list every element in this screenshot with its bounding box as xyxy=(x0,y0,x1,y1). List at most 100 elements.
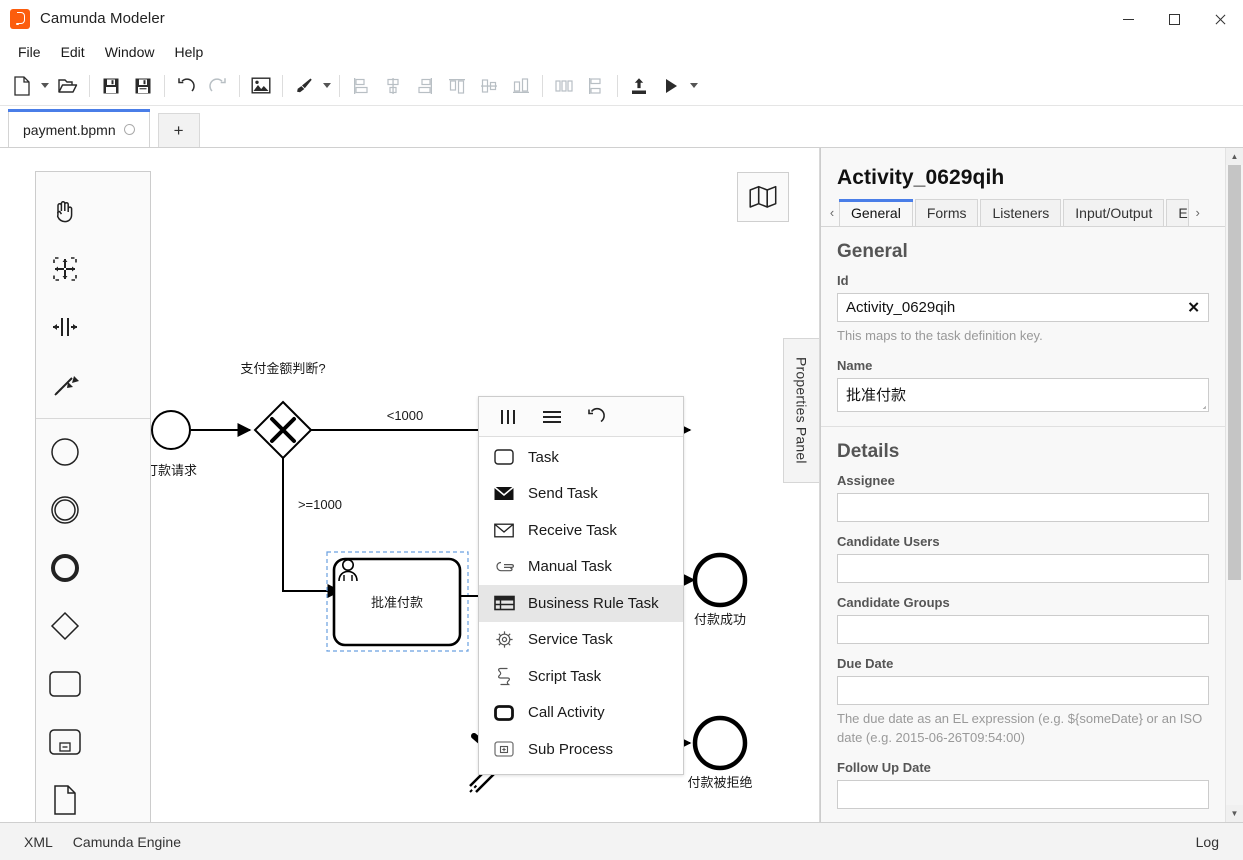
close-button[interactable] xyxy=(1197,0,1243,38)
resize-grip-icon[interactable] xyxy=(1196,399,1206,409)
unsaved-dot-icon[interactable] xyxy=(123,124,135,135)
connect-tool-icon[interactable] xyxy=(36,356,94,414)
replace-item-call-activity[interactable]: Call Activity xyxy=(479,695,683,732)
end-event-icon[interactable] xyxy=(36,539,94,597)
palette-elements-group xyxy=(36,418,150,822)
properties-panel-handle[interactable]: Properties Panel xyxy=(783,338,819,483)
maximize-button[interactable] xyxy=(1151,0,1197,38)
align-middle-button[interactable] xyxy=(473,71,505,101)
run-button[interactable] xyxy=(655,71,687,101)
replace-item-label: Script Task xyxy=(528,667,602,685)
candidate-users-input[interactable] xyxy=(837,553,1209,583)
replace-menu-header xyxy=(479,397,683,437)
align-right-button[interactable] xyxy=(409,71,441,101)
replace-item-script-task[interactable]: Script Task xyxy=(479,658,683,695)
save-button[interactable] xyxy=(95,71,127,101)
replace-item-manual-task[interactable]: Manual Task xyxy=(479,549,683,586)
end-event-rejected-label: 付款被拒绝 xyxy=(687,775,752,790)
distribute-horizontal-button[interactable] xyxy=(548,71,580,101)
name-textarea[interactable]: 批准付款 xyxy=(837,377,1209,412)
open-file-button[interactable] xyxy=(52,71,84,101)
toolbar-separator xyxy=(282,74,283,97)
candidate-groups-input[interactable] xyxy=(837,614,1209,644)
undo-button[interactable] xyxy=(170,71,202,101)
add-tab-button[interactable]: + xyxy=(157,113,200,147)
minimize-button[interactable] xyxy=(1105,0,1151,38)
loop-marker-icon[interactable] xyxy=(585,406,607,428)
sequential-multi-instance-icon[interactable] xyxy=(541,406,563,428)
menu-edit[interactable]: Edit xyxy=(51,41,95,63)
tab-general[interactable]: General xyxy=(839,199,913,226)
tab-forms[interactable]: Forms xyxy=(914,199,979,226)
align-left-button[interactable] xyxy=(345,71,377,101)
replace-item-sub-process[interactable]: Sub Process xyxy=(479,731,683,768)
replace-item-receive-task[interactable]: Receive Task xyxy=(479,512,683,549)
properties-scrollbar[interactable]: ▲ ▼ xyxy=(1225,148,1243,822)
new-file-button[interactable] xyxy=(6,71,38,101)
run-caret-icon[interactable] xyxy=(687,71,701,101)
menu-help[interactable]: Help xyxy=(164,41,213,63)
save-as-button[interactable] xyxy=(127,71,159,101)
menu-window[interactable]: Window xyxy=(95,41,165,63)
replace-element-menu: Task Send Task Receive Task Manual Task … xyxy=(478,396,684,775)
menu-bar: File Edit Window Help xyxy=(0,38,1243,66)
replace-item-service-task[interactable]: Service Task xyxy=(479,622,683,659)
scrollbar-thumb[interactable] xyxy=(1228,165,1241,580)
id-value: Activity_0629qih xyxy=(846,299,956,316)
hand-tool-icon[interactable] xyxy=(36,182,94,240)
intermediate-event-icon[interactable] xyxy=(36,481,94,539)
distribute-horizontal-icon xyxy=(555,79,573,92)
camunda-modeler-window: Camunda Modeler File Edit Window Help pa… xyxy=(0,0,1243,860)
field-assignee: Assignee xyxy=(837,473,1209,522)
new-file-caret-icon[interactable] xyxy=(38,71,52,101)
tab-extensions[interactable]: E xyxy=(1166,199,1189,226)
minimap-toggle-button[interactable] xyxy=(737,172,789,222)
task-icon[interactable] xyxy=(36,655,94,713)
assignee-input[interactable] xyxy=(837,492,1209,522)
bpmn-canvas[interactable]: 打款请求 支付金额判断? <1000 >=1000 批准付款 付款成功 付款被拒… xyxy=(0,148,820,822)
save-as-icon xyxy=(135,78,151,93)
follow-up-date-input[interactable] xyxy=(837,779,1209,809)
due-date-input[interactable] xyxy=(837,675,1209,705)
align-center-button[interactable] xyxy=(377,71,409,101)
start-event-icon[interactable] xyxy=(36,423,94,481)
set-color-button[interactable] xyxy=(288,71,320,101)
replace-item-task[interactable]: Task xyxy=(479,439,683,476)
replace-item-business-rule-task[interactable]: Business Rule Task xyxy=(479,585,683,622)
id-input[interactable]: Activity_0629qih ✕ xyxy=(837,293,1209,322)
tab-input-output[interactable]: Input/Output xyxy=(1063,199,1165,226)
redo-button[interactable] xyxy=(202,71,234,101)
properties-tabs: ‹ General Forms Listeners Input/Output E… xyxy=(821,196,1225,227)
replace-item-send-task[interactable]: Send Task xyxy=(479,476,683,513)
deploy-button[interactable] xyxy=(623,71,655,101)
scroll-down-arrow-icon[interactable]: ▼ xyxy=(1226,805,1243,822)
distribute-vertical-button[interactable] xyxy=(580,71,612,101)
clear-icon[interactable]: ✕ xyxy=(1187,300,1200,315)
subprocess-collapsed-icon[interactable] xyxy=(36,713,94,771)
toolbar-separator xyxy=(239,74,240,97)
data-object-icon[interactable] xyxy=(36,771,94,822)
align-top-button[interactable] xyxy=(441,71,473,101)
redo-icon xyxy=(209,77,226,92)
name-value: 批准付款 xyxy=(846,386,907,404)
space-tool-icon[interactable] xyxy=(36,298,94,356)
deploy-icon xyxy=(632,77,646,94)
scroll-up-arrow-icon[interactable]: ▲ xyxy=(1226,148,1243,165)
parallel-multi-instance-icon[interactable] xyxy=(497,406,519,428)
open-folder-icon xyxy=(58,78,78,93)
status-log-button[interactable]: Log xyxy=(1186,830,1229,854)
exclusive-gateway-1-shape xyxy=(253,400,313,460)
tabs-prev-arrow[interactable]: ‹ xyxy=(825,205,839,226)
gateway-icon[interactable] xyxy=(36,597,94,655)
tabs-next-arrow[interactable]: › xyxy=(1191,205,1205,226)
status-engine-button[interactable]: Camunda Engine xyxy=(63,830,191,854)
menu-file[interactable]: File xyxy=(8,41,51,63)
paintbrush-caret-icon[interactable] xyxy=(320,71,334,101)
tab-listeners[interactable]: Listeners xyxy=(980,199,1062,226)
export-image-button[interactable] xyxy=(245,71,277,101)
align-bottom-button[interactable] xyxy=(505,71,537,101)
status-xml-button[interactable]: XML xyxy=(14,830,63,854)
field-id: Id Activity_0629qih ✕ This maps to the t… xyxy=(837,273,1209,346)
tab-payment-bpmn[interactable]: payment.bpmn xyxy=(8,109,150,147)
lasso-tool-icon[interactable] xyxy=(36,240,94,298)
